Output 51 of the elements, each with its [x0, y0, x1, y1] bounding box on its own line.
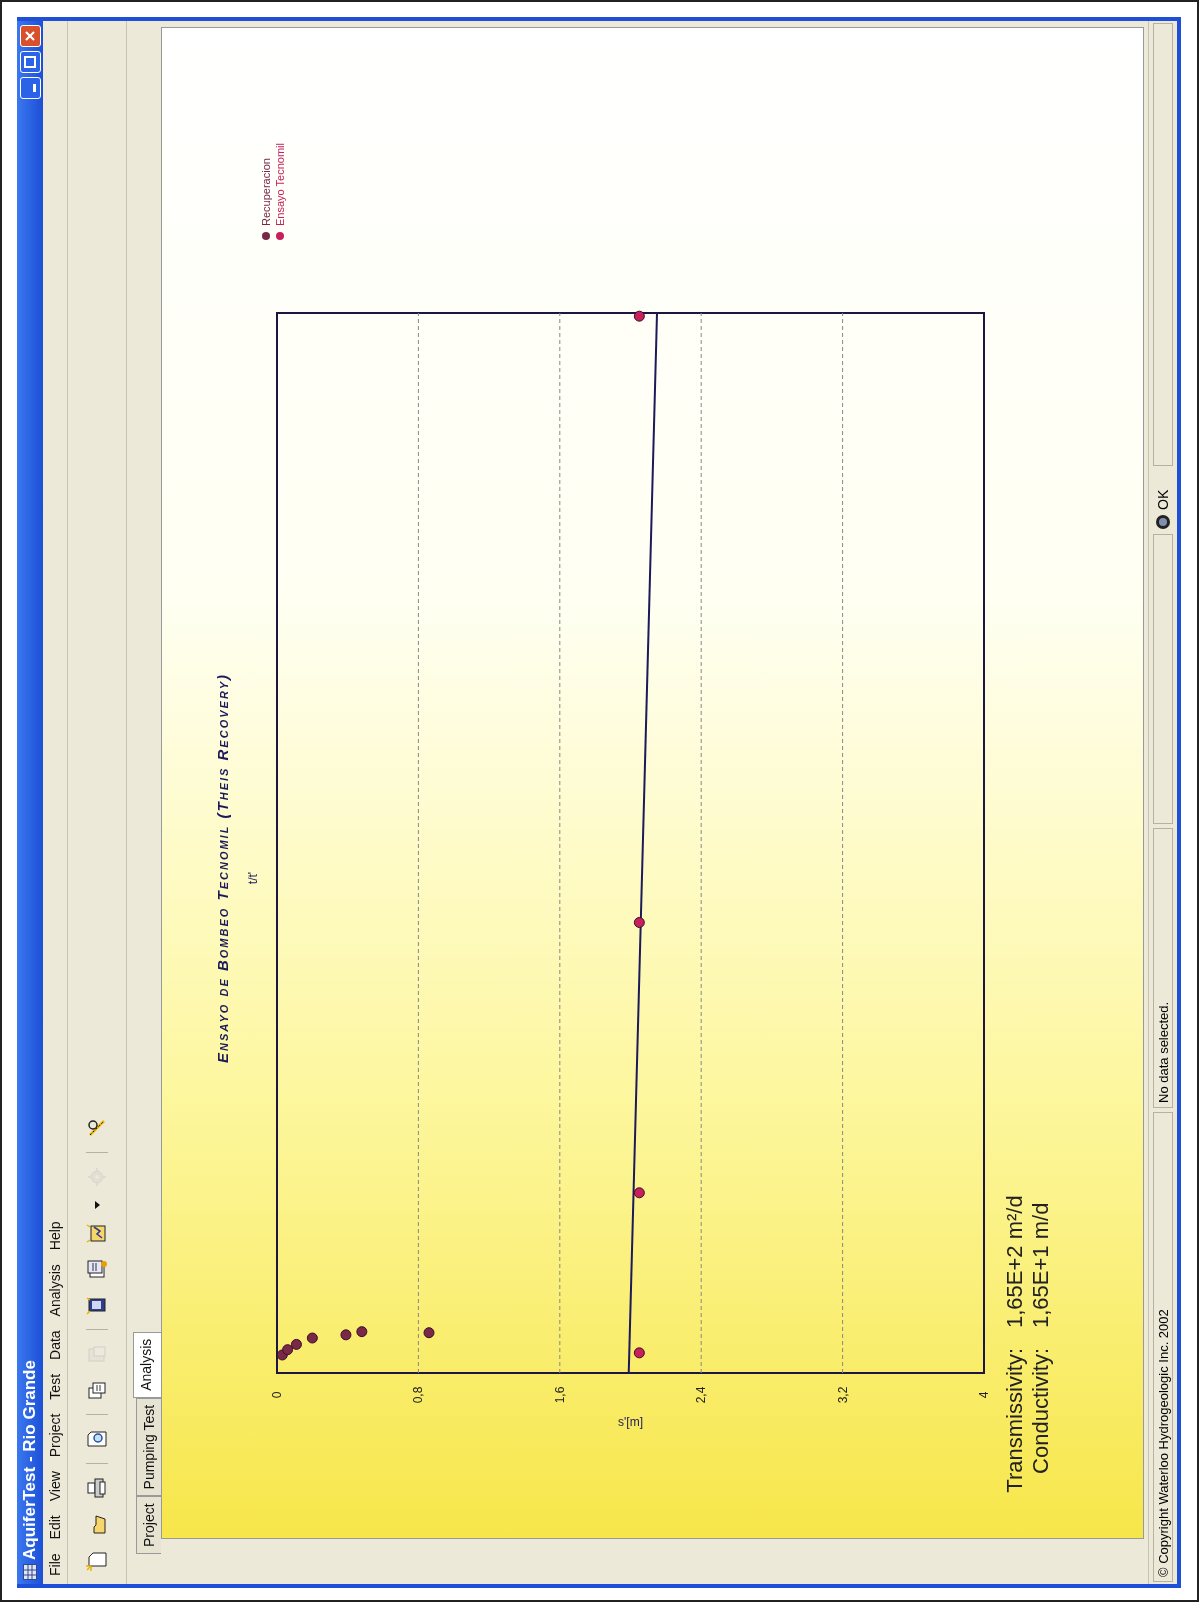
minimize-button[interactable] — [19, 77, 41, 99]
result-value: 1,65E+1 m/d — [1028, 1201, 1054, 1328]
menu-item[interactable]: Test — [47, 1373, 63, 1400]
legend-label: Recuperacion — [260, 158, 272, 226]
tab[interactable]: Project — [136, 1496, 161, 1554]
status-message: No data selected. — [1153, 828, 1173, 1108]
tick-label: 4 — [977, 1391, 991, 1399]
menu-item[interactable]: Data — [47, 1330, 63, 1360]
maximize-button[interactable] — [19, 51, 41, 73]
data-point — [633, 917, 645, 928]
data-point — [306, 1332, 318, 1344]
grid-icon — [23, 1564, 37, 1580]
tab[interactable]: Pumping Test — [136, 1397, 161, 1497]
tick-label: 3,2 — [835, 1386, 850, 1404]
data-point — [340, 1329, 352, 1341]
tick-label: 0 — [270, 1391, 284, 1399]
data-point — [633, 1187, 645, 1199]
status-icon — [1155, 514, 1171, 530]
menu-item[interactable]: View — [47, 1471, 63, 1502]
menu-item[interactable]: Project — [47, 1413, 63, 1458]
tick-label: 0,8 — [411, 1386, 426, 1404]
sparkle-document-icon[interactable] — [85, 1257, 109, 1281]
tick-label: 2,4 — [694, 1386, 709, 1404]
close-icon — [24, 30, 36, 42]
data-point — [633, 310, 645, 322]
menu-item[interactable]: File — [47, 1553, 63, 1576]
data-point — [633, 1347, 645, 1359]
tick-label: 1,6 — [552, 1386, 567, 1404]
close-button[interactable] — [19, 25, 41, 47]
data-point — [282, 1344, 294, 1356]
result-label: Conductivity: — [1028, 1348, 1054, 1476]
data-point — [356, 1326, 368, 1338]
minimize-icon — [32, 84, 36, 92]
legend-label: Ensayo Tecnomil — [274, 143, 286, 226]
data-point — [423, 1327, 435, 1339]
chart-icon[interactable] — [85, 1221, 109, 1245]
printer-icon[interactable] — [85, 1476, 109, 1500]
axis-label: s'[m] — [618, 1415, 643, 1429]
window-title: AquiferTest - Rio Grande — [20, 1360, 40, 1560]
menu-item[interactable]: Edit — [47, 1515, 63, 1540]
menu-item[interactable]: Analysis — [47, 1264, 63, 1317]
result-label: Transmissivity: — [1002, 1348, 1028, 1495]
axis-label: t/t' — [246, 871, 260, 885]
result-value: 1,65E+2 m²/d — [1002, 1195, 1028, 1328]
status-text: OK — [1155, 489, 1171, 510]
data-point — [290, 1338, 302, 1350]
menu-item[interactable]: Help — [47, 1221, 63, 1251]
chart-title: Ensayo de Bombeo Tecnomil (Theis Recovery) — [214, 673, 231, 1063]
maximize-icon — [24, 56, 36, 68]
tab[interactable]: Analysis — [133, 1331, 161, 1398]
copyright-text: © Copyright Waterloo Hydrogeologic Inc. 2002 — [1153, 1112, 1173, 1582]
